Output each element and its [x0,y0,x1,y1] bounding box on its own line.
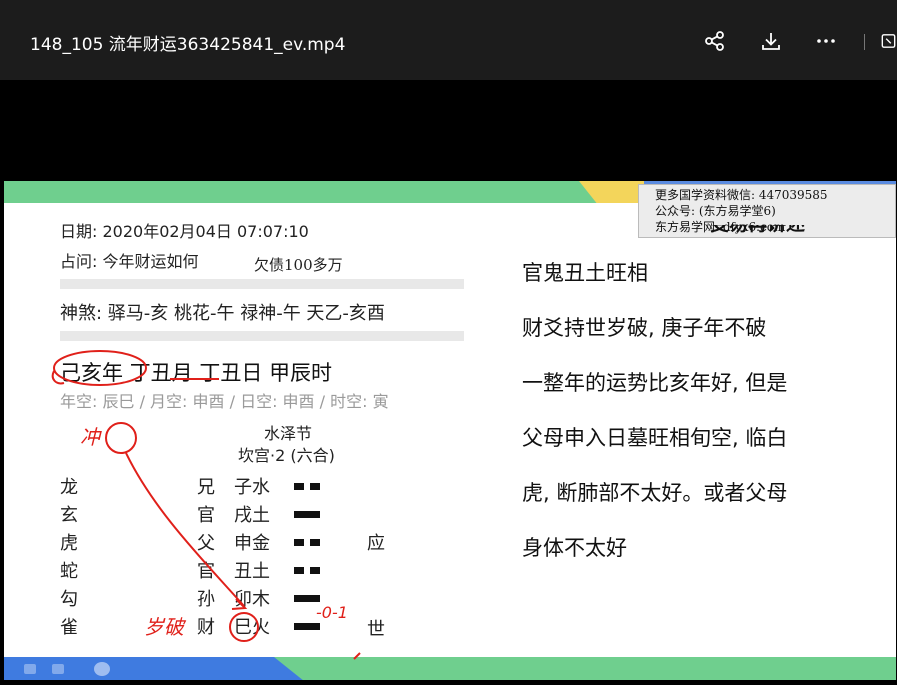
branch-2: 戌土 [234,505,270,526]
divider-2 [60,331,464,341]
branch-1: 子水 [234,477,270,498]
explanation-line-1: 官鬼丑土旺相 [522,261,648,285]
yao-line-5 [294,595,320,602]
divider-1 [60,279,464,289]
circle-hai [105,422,137,454]
lecture-slide: 更多国学资料微信: 447039585 公众号: (东方易学堂6) 东方易学网:… [4,181,896,680]
branch-5: 卯木 [234,589,270,610]
beast-4: 蛇 [60,561,78,582]
video-player-window: 148_105 流年财运363425841_ev.mp4 更多国学资料微信: 4… [0,0,897,685]
beast-3: 虎 [60,533,78,554]
date-line: 日期: 2020年02月04日 07:07:10 [60,222,309,241]
slide-header-partial: 变易再讲述 [710,225,805,239]
beast-2: 玄 [60,505,78,526]
relation-2: 官 [197,505,215,526]
handwriting-minus: -0-1 [316,603,348,622]
share-icon[interactable] [702,28,728,54]
kong-line: 年空: 辰巳 / 月空: 申酉 / 日空: 申酉 / 时空: 寅 [60,392,389,411]
branch-4: 丑土 [234,561,270,582]
ganzhi-day: 丁丑日 [199,361,263,385]
control-icon-1[interactable] [24,664,36,674]
slide-bottom-accent [4,657,304,680]
exit-fullscreen-icon[interactable] [880,28,897,54]
yao-line-6 [294,623,320,630]
explanation-line-5: 虎, 断肺部不太好。或者父母 [522,481,788,505]
beast-1: 龙 [60,477,78,498]
relation-5: 孙 [197,589,215,610]
beast-5: 勾 [60,589,78,610]
slide-header-text: 变易再讲述 [710,225,805,235]
shensha-line: 神煞: 驿马-亥 桃花-午 禄神-午 天乙-亥酉 [60,303,385,324]
yao-line-2 [294,511,320,518]
hexagram-palace: 坎宫·2 (六合) [238,446,335,465]
yao-line-3 [294,539,320,546]
more-icon[interactable] [813,28,839,54]
branch-6: 巳火 [234,617,270,638]
yao-line-4 [294,567,320,574]
clash-line [125,452,245,607]
download-icon[interactable] [758,28,784,54]
hexagram-name: 水泽节 [264,424,313,443]
ganzhi-year: 己亥年 [60,361,123,385]
explanation-line-3: 一整年的运势比亥年好, 但是 [522,371,788,395]
beast-6: 雀 [60,617,78,638]
explanation-line-6: 身体不太好 [522,536,627,560]
question-line: 占问: 今年财运如何 [60,252,199,271]
title-bar: 148_105 流年财运363425841_ev.mp4 [0,0,897,80]
handwriting-suipo: 岁破 [144,615,184,639]
shi-marker: 世 [367,619,385,640]
ganzhi-month: 丁丑月 [129,361,193,385]
ganzhi-line: 己亥年 丁丑月 丁丑日 甲辰时 [60,357,332,387]
video-frame[interactable]: 更多国学资料微信: 447039585 公众号: (东方易学堂6) 东方易学网:… [4,80,896,680]
window-title: 148_105 流年财运363425841_ev.mp4 [30,35,346,55]
relation-4: 官 [197,561,215,582]
handwriting-chong: 冲 [80,425,100,449]
relation-3: 父 [197,533,215,554]
control-icon-2[interactable] [52,664,64,674]
toolbar-divider [864,34,865,50]
explanation-line-2: 财爻持世岁破, 庚子年不破 [522,316,767,340]
explanation-line-4: 父母申入日墓旺相旬空, 临白 [522,426,788,450]
relation-1: 兄 [197,477,215,498]
control-icon-3[interactable] [94,662,110,676]
yao-line-1 [294,483,320,490]
question-note: 欠债100多万 [254,256,343,274]
relation-6: 财 [197,617,215,638]
branch-3: 申金 [234,533,270,554]
ganzhi-hour: 甲辰时 [269,361,333,385]
ying-marker: 应 [367,533,385,554]
